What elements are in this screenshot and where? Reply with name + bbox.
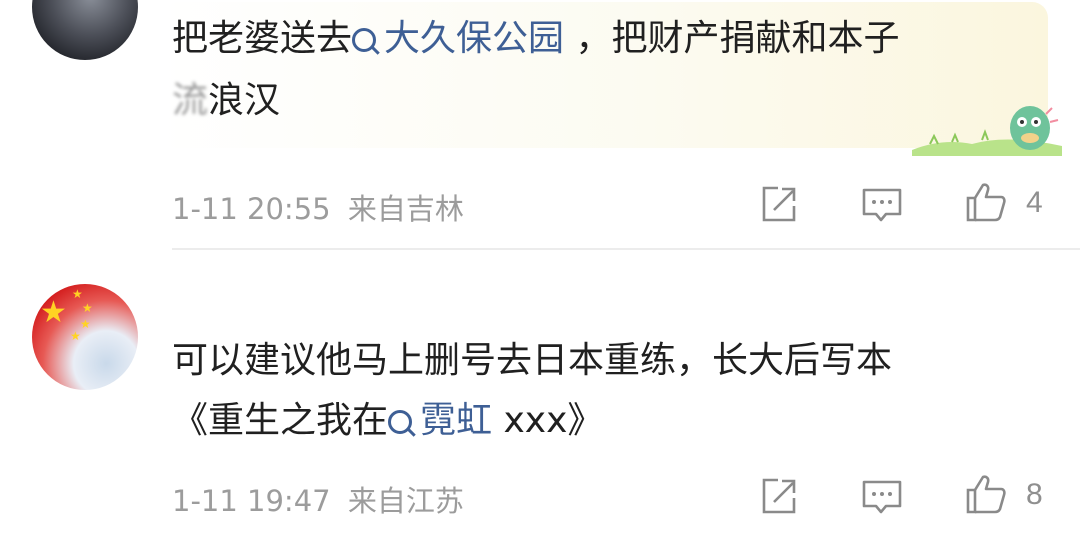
comment-meta: 1-11 20:55 来自吉林 <box>172 186 464 228</box>
like-icon[interactable] <box>964 472 1008 516</box>
star-icon: ★ <box>80 317 91 331</box>
blurred-text: 流 <box>172 80 209 121</box>
comment-text-line: 可以建议他马上删号去日本重练，长大后写本 <box>172 340 893 381</box>
topic-link-label: 霓虹 <box>420 400 493 441</box>
divider <box>172 248 1080 250</box>
location: 来自江苏 <box>347 484 464 518</box>
avatar[interactable]: ★ ★ ★ ★ ★ <box>32 284 138 390</box>
comment-meta: 1-11 19:47 来自江苏 <box>172 478 464 520</box>
share-icon[interactable] <box>756 182 800 226</box>
comment-text-line: 流浪汉 <box>172 72 280 130</box>
topic-link[interactable]: 霓虹 <box>388 400 492 441</box>
search-icon <box>388 410 413 434</box>
like-icon[interactable] <box>964 180 1008 224</box>
topic-link-label: 大久保公园 <box>384 18 565 59</box>
star-icon: ★ <box>40 295 67 330</box>
comment-text: 浪汉 <box>208 80 281 121</box>
comment-text: ，把财产捐献和本子 <box>564 18 900 59</box>
timestamp: 1-11 19:47 <box>172 484 331 518</box>
comment-text: 把老婆送去 <box>172 18 353 59</box>
comment-icon[interactable] <box>860 182 904 226</box>
topic-link[interactable]: 大久保公园 <box>352 18 564 59</box>
like-count: 4 <box>1026 186 1043 219</box>
comment-text-line: 把老婆送去 大久保公园 ，把财产捐献和本子 <box>172 10 899 68</box>
timestamp: 1-11 20:55 <box>172 192 331 226</box>
like-count: 8 <box>1026 478 1043 511</box>
star-icon: ★ <box>70 329 81 343</box>
dinosaur-sticker-icon <box>912 106 1062 156</box>
star-icon: ★ <box>82 301 93 315</box>
location: 来自吉林 <box>347 192 464 226</box>
share-icon[interactable] <box>756 474 800 518</box>
star-icon: ★ <box>72 287 83 301</box>
comment-text: xxx》 <box>492 400 604 441</box>
search-icon <box>352 28 377 52</box>
avatar[interactable] <box>32 0 138 60</box>
comment-text: 《重生之我在 <box>172 400 389 441</box>
comment-icon[interactable] <box>860 474 904 518</box>
comment-text-line: 《重生之我在 霓虹 xxx》 <box>172 392 603 450</box>
